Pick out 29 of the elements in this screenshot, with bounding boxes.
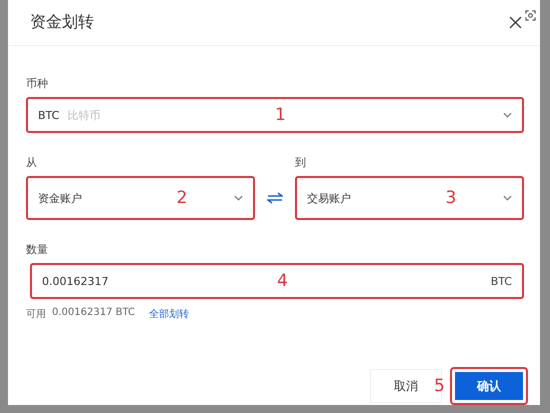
dropdown[interactable]: 资金账户 2 [26,176,255,220]
transfer-all-link[interactable]: 全部划转 [148,307,189,321]
available-label: 可用 [26,308,46,321]
field-label: 数量 [26,242,49,257]
annotation-number: 1 [275,105,286,125]
chevron-down-icon [234,195,243,201]
dialog-title: 资金划转 [30,12,95,33]
available-amount: 0.00162317 BTC [52,307,135,320]
dropdown[interactable]: BTC 比特币 1 [26,97,524,133]
field-label: 币种 [26,76,49,91]
field-label: 从 [26,155,38,170]
dropdown[interactable]: 交易账户 3 [295,176,524,220]
coin-symbol: BTC [38,108,60,122]
unit-label: BTC [490,274,512,288]
account-name: 交易账户 [307,190,351,206]
annotation-number: 4 [277,271,288,291]
scan-icon[interactable] [525,10,536,21]
annotation-number: 5 [434,376,445,396]
field-label: 到 [295,155,307,170]
close-icon[interactable] [509,16,522,29]
confirm-button[interactable]: 确认 [452,369,526,403]
amount-field[interactable]: 0.00162317 4 BTC [30,263,524,299]
chevron-down-icon [503,195,512,201]
account-name: 资金账户 [38,190,82,206]
annotation-number: 3 [446,188,456,208]
swap-icon[interactable] [267,192,283,204]
annotation-number: 2 [176,188,188,208]
coin-name: 比特币 [67,108,100,122]
chevron-down-icon [503,112,512,118]
